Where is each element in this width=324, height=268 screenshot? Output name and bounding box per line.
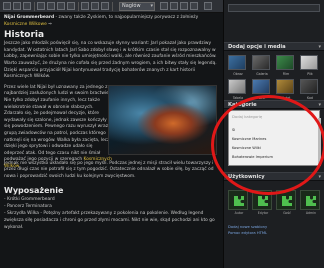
media-label: Galeria	[256, 72, 268, 76]
split-text: Przez wiele lat Nijai był uznawany za je…	[4, 84, 112, 163]
media-table-button[interactable]: Tabela	[228, 79, 246, 100]
puzzle-icon	[282, 196, 292, 206]
history-paragraph: Jeszcze jako młodzik poświęcił się, na c…	[4, 41, 217, 80]
categories-scrollbar[interactable]	[318, 118, 321, 166]
media-quote-button[interactable]: Cytat	[276, 79, 294, 100]
link-button[interactable]	[37, 2, 45, 10]
underline-button[interactable]	[23, 2, 31, 10]
intro-paragraph: Nijai Grommerbeard - zwany także Zyskiem…	[4, 15, 217, 28]
align-right-button[interactable]	[101, 2, 109, 10]
user-item[interactable]: Gość	[276, 190, 296, 215]
redo-button[interactable]	[190, 2, 198, 10]
bold-button[interactable]	[3, 2, 11, 10]
user-label: Edytor	[257, 211, 269, 215]
section-title-categories: Kategorie	[228, 102, 257, 108]
chevron-down-icon: ▾	[318, 174, 321, 180]
format-select-value: Nagłów	[122, 3, 141, 9]
category-item[interactable]: Bohaterowie Imperium	[232, 155, 273, 159]
align-left-button[interactable]	[81, 2, 89, 10]
intro-name: Nijai Grommerbeard	[4, 15, 55, 20]
user-label: Autor	[234, 211, 244, 215]
puzzle-icon	[306, 196, 316, 206]
user-item[interactable]: Edytor	[252, 190, 272, 215]
panel-link[interactable]: Pomoc edytora HTML	[228, 230, 267, 236]
table-button[interactable]	[170, 2, 178, 10]
equipment-list: - Krótki Grommerbeard - Pancerz Terminat…	[4, 196, 217, 232]
panel-search-input[interactable]	[228, 4, 320, 12]
panel-links: Dodaj nowe szablony Pomoc edytora HTML	[228, 224, 267, 236]
section-header-users[interactable]: Użytkownicy ▾	[224, 172, 324, 181]
heading-history: Historia	[4, 30, 45, 41]
source-button[interactable]	[204, 2, 212, 10]
categories-box[interactable]: Dodaj kategorię Si Kosmiczne Marines Kos…	[228, 110, 320, 166]
article-image[interactable]	[108, 84, 217, 155]
equipment-item: - Skrzydła Wilka - Potężny artefakt prze…	[4, 210, 215, 231]
split-paragraph: Przez wiele lat Nijai był uznawany za je…	[4, 85, 112, 171]
puzzle-icon	[258, 196, 268, 206]
split-section: Przez wiele lat Nijai był uznawany za je…	[4, 84, 217, 169]
user-item[interactable]: Autor	[228, 190, 248, 215]
right-panel: Dodaj opcje i media ▾ Obraz Galeria Film…	[223, 0, 324, 268]
media-image-button[interactable]: Obraz	[228, 55, 246, 76]
chevron-down-icon: ▾	[318, 102, 321, 108]
section-title-media: Dodaj opcje i media	[228, 44, 286, 50]
puzzle-icon	[234, 196, 244, 206]
intro-end: ⇒	[46, 21, 52, 27]
toolbar-divider	[34, 2, 35, 11]
undo-button[interactable]	[180, 2, 188, 10]
toolbar-divider	[112, 2, 113, 11]
section-title-users: Użytkownicy	[228, 174, 265, 180]
equipment-item: - Pancerz Terminatora	[4, 203, 52, 209]
media-label: Film	[282, 72, 290, 76]
users-row: Autor Edytor Gość Admin	[228, 190, 322, 215]
editor-content[interactable]: Nijai Grommerbeard - zwany także Zyskiem…	[0, 13, 223, 268]
category-item[interactable]: Si	[232, 128, 235, 132]
intro-link[interactable]: Kosmiczne Wilkowe	[4, 22, 47, 27]
user-label: Gość	[283, 211, 291, 215]
toolbar-divider	[78, 2, 79, 11]
category-item[interactable]: Kosmiczne Marines	[232, 137, 266, 141]
user-item[interactable]: Admin	[300, 190, 320, 215]
media-video-button[interactable]: Film	[276, 55, 294, 76]
category-input-placeholder[interactable]: Dodaj kategorię	[232, 114, 262, 119]
list-bullet-button[interactable]	[57, 2, 65, 10]
intro-text: - zwany także Zyskiem, to najpopularniej…	[54, 15, 199, 20]
media-label: Plik	[307, 72, 313, 76]
italic-button[interactable]	[13, 2, 21, 10]
media-code-button[interactable]: Kod	[300, 79, 318, 100]
align-center-button[interactable]	[91, 2, 99, 10]
chevron-down-icon: ▾	[318, 44, 321, 50]
section-header-categories[interactable]: Kategorie ▾	[224, 100, 324, 109]
format-select[interactable]: Nagłów ▾	[119, 2, 155, 11]
equipment-item: - Krótki Grommerbeard	[4, 196, 55, 202]
media-file-button[interactable]: Plik	[300, 55, 318, 76]
unlink-button[interactable]	[47, 2, 55, 10]
list-number-button[interactable]	[67, 2, 75, 10]
section-header-media[interactable]: Dodaj opcje i media ▾	[224, 42, 324, 51]
editor-toolbar: Nagłów ▾	[0, 0, 223, 13]
category-item[interactable]: Kosmiczne Wilki	[232, 146, 261, 150]
heading-equipment: Wyposażenie	[4, 185, 64, 195]
media-gallery-button[interactable]: Galeria	[252, 55, 270, 76]
split-end: .	[18, 163, 21, 169]
user-label: Admin	[305, 211, 317, 215]
chevron-down-icon: ▾	[150, 3, 153, 9]
media-label: Obraz	[233, 72, 243, 76]
image-button[interactable]	[160, 2, 168, 10]
media-link-button[interactable]: Link	[252, 79, 270, 100]
